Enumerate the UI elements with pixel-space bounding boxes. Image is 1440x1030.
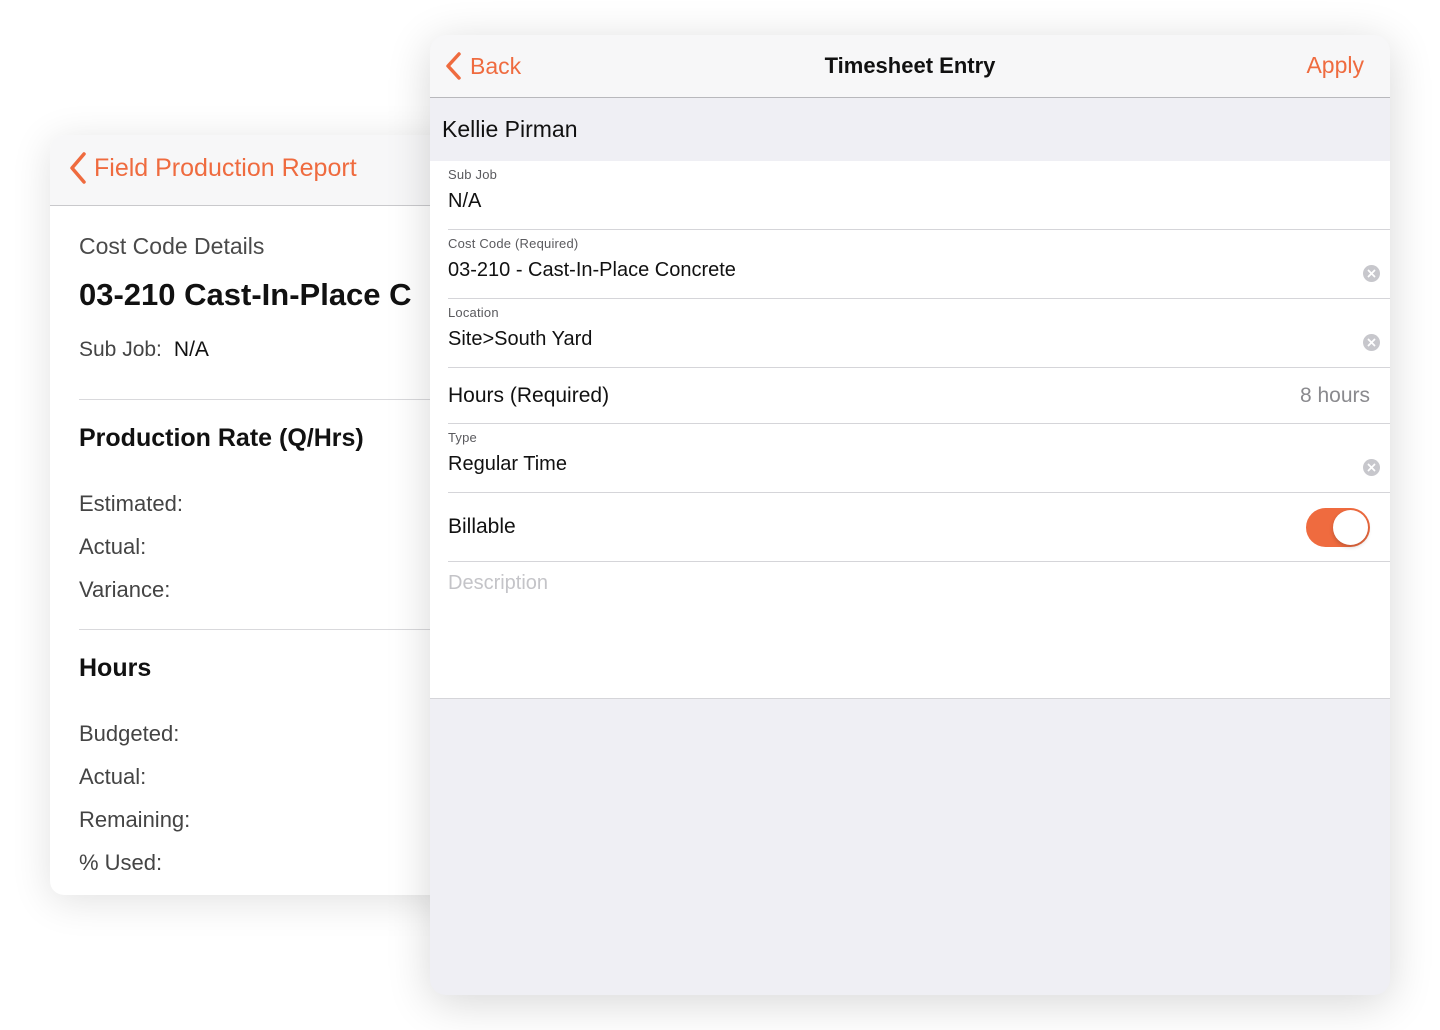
divider (79, 629, 480, 630)
location-field-label: Location (448, 305, 499, 320)
clear-icon[interactable] (1363, 334, 1380, 351)
type-field-label: Type (448, 430, 477, 445)
timesheet-entry-card: Back Timesheet Entry Apply Kellie Pirman… (430, 35, 1390, 995)
clear-icon[interactable] (1363, 265, 1380, 282)
report-back-label: Field Production Report (94, 153, 357, 182)
sub-job-field[interactable]: Sub Job N/A (448, 161, 1390, 230)
timesheet-nav-bar: Back Timesheet Entry Apply (430, 35, 1390, 98)
cost-code-title: 03-210 Cast-In-Place C (79, 277, 412, 312)
type-field-value: Regular Time (448, 453, 567, 475)
description-placeholder: Description (448, 572, 549, 594)
sub-job-field-value: N/A (448, 190, 482, 212)
employee-name: Kellie Pirman (442, 116, 578, 142)
variance-label: Variance: (79, 577, 171, 602)
clear-icon[interactable] (1363, 459, 1380, 476)
hours-field-label: Hours (Required) (448, 384, 610, 407)
cost-code-field[interactable]: Cost Code (Required) 03-210 - Cast-In-Pl… (448, 230, 1390, 299)
report-nav-bar: Field Production Report (50, 135, 480, 206)
cost-code-field-value: 03-210 - Cast-In-Place Concrete (448, 259, 736, 281)
billable-field: Billable (448, 493, 1390, 562)
description-field[interactable]: Description (448, 562, 1390, 698)
sub-job-row: Sub Job: N/A (79, 338, 209, 362)
field-production-report-card: Field Production Report Cost Code Detail… (50, 135, 480, 895)
actual-label: Actual: (79, 534, 147, 559)
sub-job-label: Sub Job: (79, 338, 162, 361)
cost-code-field-label: Cost Code (Required) (448, 236, 579, 251)
employee-header: Kellie Pirman (430, 98, 1390, 162)
billable-toggle[interactable] (1306, 508, 1370, 547)
hours-actual-label: Actual: (79, 764, 147, 789)
chevron-left-icon (68, 151, 88, 185)
report-back-button[interactable]: Field Production Report (68, 151, 357, 185)
location-field[interactable]: Location Site>South Yard (448, 299, 1390, 368)
remaining-label: Remaining: (79, 807, 191, 832)
hours-field-value: 8 hours (1299, 384, 1370, 407)
form-bottom-divider (430, 698, 1390, 699)
percent-used-label: % Used: (79, 850, 163, 875)
sub-job-value: N/A (173, 338, 209, 361)
hours-heading: Hours (79, 654, 152, 682)
billable-label: Billable (448, 515, 516, 538)
section-label: Cost Code Details (79, 233, 265, 259)
timesheet-form: Sub Job N/A Cost Code (Required) 03-210 … (430, 161, 1390, 699)
budgeted-label: Budgeted: (79, 721, 180, 746)
page-title: Timesheet Entry (824, 53, 996, 78)
hours-field[interactable]: Hours (Required) 8 hours (448, 368, 1390, 424)
type-field[interactable]: Type Regular Time (448, 424, 1390, 493)
production-rate-heading: Production Rate (Q/Hrs) (79, 424, 364, 452)
sub-job-field-label: Sub Job (448, 167, 498, 182)
estimated-label: Estimated: (79, 491, 183, 516)
apply-button[interactable]: Apply (1306, 52, 1364, 79)
toggle-knob (1333, 510, 1368, 545)
divider (79, 399, 480, 400)
location-field-value: Site>South Yard (448, 328, 593, 350)
